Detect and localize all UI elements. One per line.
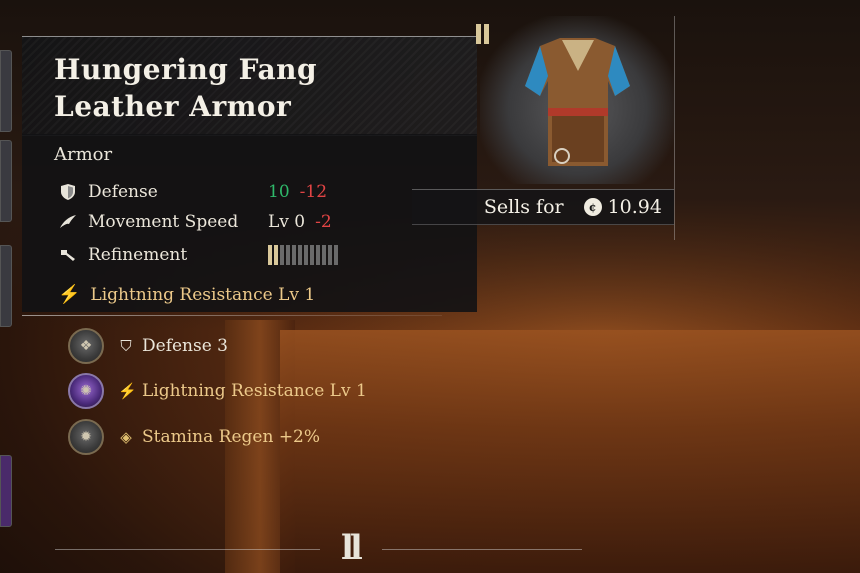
stat-label: Refinement xyxy=(88,245,188,265)
shield-icon xyxy=(58,182,78,202)
refinement-bar xyxy=(268,245,338,265)
stat-refinement: Refinement xyxy=(58,243,338,267)
refinement-segment xyxy=(292,245,296,265)
rune-label: Defense 3 xyxy=(142,336,228,356)
skill-lightning-resistance: ⚡ Lightning Resistance Lv 1 xyxy=(58,284,315,305)
item-name: Hungering Fang Leather Armor xyxy=(54,51,317,125)
gray-rune-icon: ✹ xyxy=(68,419,104,455)
rune-stamina-regen[interactable]: ✹ ◈ Stamina Regen +2% xyxy=(68,419,320,455)
side-tab-2[interactable] xyxy=(0,140,12,222)
hammer-icon xyxy=(58,245,78,265)
stat-defense: Defense 10 -12 xyxy=(58,180,327,204)
refinement-segment xyxy=(286,245,290,265)
refinement-segment xyxy=(328,245,332,265)
stat-label: Defense xyxy=(88,182,158,202)
side-tab-4[interactable] xyxy=(0,455,12,527)
sell-price: 10.94 xyxy=(607,196,662,218)
stat-delta: -12 xyxy=(299,182,328,202)
section-divider xyxy=(22,315,442,316)
side-tab-1[interactable] xyxy=(0,50,12,132)
refinement-segment xyxy=(298,245,302,265)
sells-label: Sells for xyxy=(483,196,564,218)
refinement-segment xyxy=(334,245,338,265)
stat-movement-speed: Movement Speed Lv 0 -2 xyxy=(58,210,332,234)
lightning-icon: ⚡ xyxy=(118,382,137,400)
refinement-segment xyxy=(268,245,272,265)
wing-icon xyxy=(58,212,78,232)
refinement-segment xyxy=(316,245,320,265)
side-tab-3[interactable] xyxy=(0,245,12,327)
skill-label: Lightning Resistance Lv 1 xyxy=(90,284,316,305)
sell-price-box: Sells for ¢ 10.94 xyxy=(412,189,674,225)
stat-delta: -2 xyxy=(315,212,332,232)
stat-label: Movement Speed xyxy=(88,212,239,232)
shield-icon: ⛉ xyxy=(120,337,132,355)
scroll-indicator-icon[interactable]: ll xyxy=(341,528,363,568)
rune-label: Lightning Resistance Lv 1 xyxy=(142,381,367,401)
item-tooltip-panel: Hungering Fang Leather Armor Armor Defen… xyxy=(22,16,677,550)
rune-defense[interactable]: ❖ ⛉ Defense 3 xyxy=(68,328,228,364)
refinement-segment xyxy=(322,245,326,265)
refinement-segment xyxy=(274,245,278,265)
rune-label: Stamina Regen +2% xyxy=(142,427,321,447)
stamina-diamond-icon: ◈ xyxy=(120,428,132,446)
stat-value: Lv 0 xyxy=(268,212,306,232)
refinement-segment xyxy=(280,245,284,265)
item-name-line1: Hungering Fang xyxy=(54,53,318,86)
coin-icon: ¢ xyxy=(583,198,602,216)
rune-lightning-resistance[interactable]: ✺ ⚡ Lightning Resistance Lv 1 xyxy=(68,373,367,409)
item-title-box: Hungering Fang Leather Armor xyxy=(22,36,477,136)
lightning-icon: ⚡ xyxy=(58,284,81,305)
bottom-divider-left xyxy=(55,549,320,550)
bronze-rune-icon: ❖ xyxy=(68,328,104,364)
refinement-segment xyxy=(310,245,314,265)
bottom-divider-right xyxy=(382,549,582,550)
item-details: Armor Defense 10 -12 Movement Speed Lv 0… xyxy=(22,134,477,312)
armor-icon xyxy=(480,16,675,184)
item-name-line2: Leather Armor xyxy=(54,90,292,123)
item-card: Sells for ¢ 10.94 xyxy=(412,16,677,240)
stat-value: 10 xyxy=(268,182,290,202)
purple-rune-icon: ✺ xyxy=(68,373,104,409)
refinement-segment xyxy=(304,245,308,265)
item-category: Armor xyxy=(54,144,113,165)
